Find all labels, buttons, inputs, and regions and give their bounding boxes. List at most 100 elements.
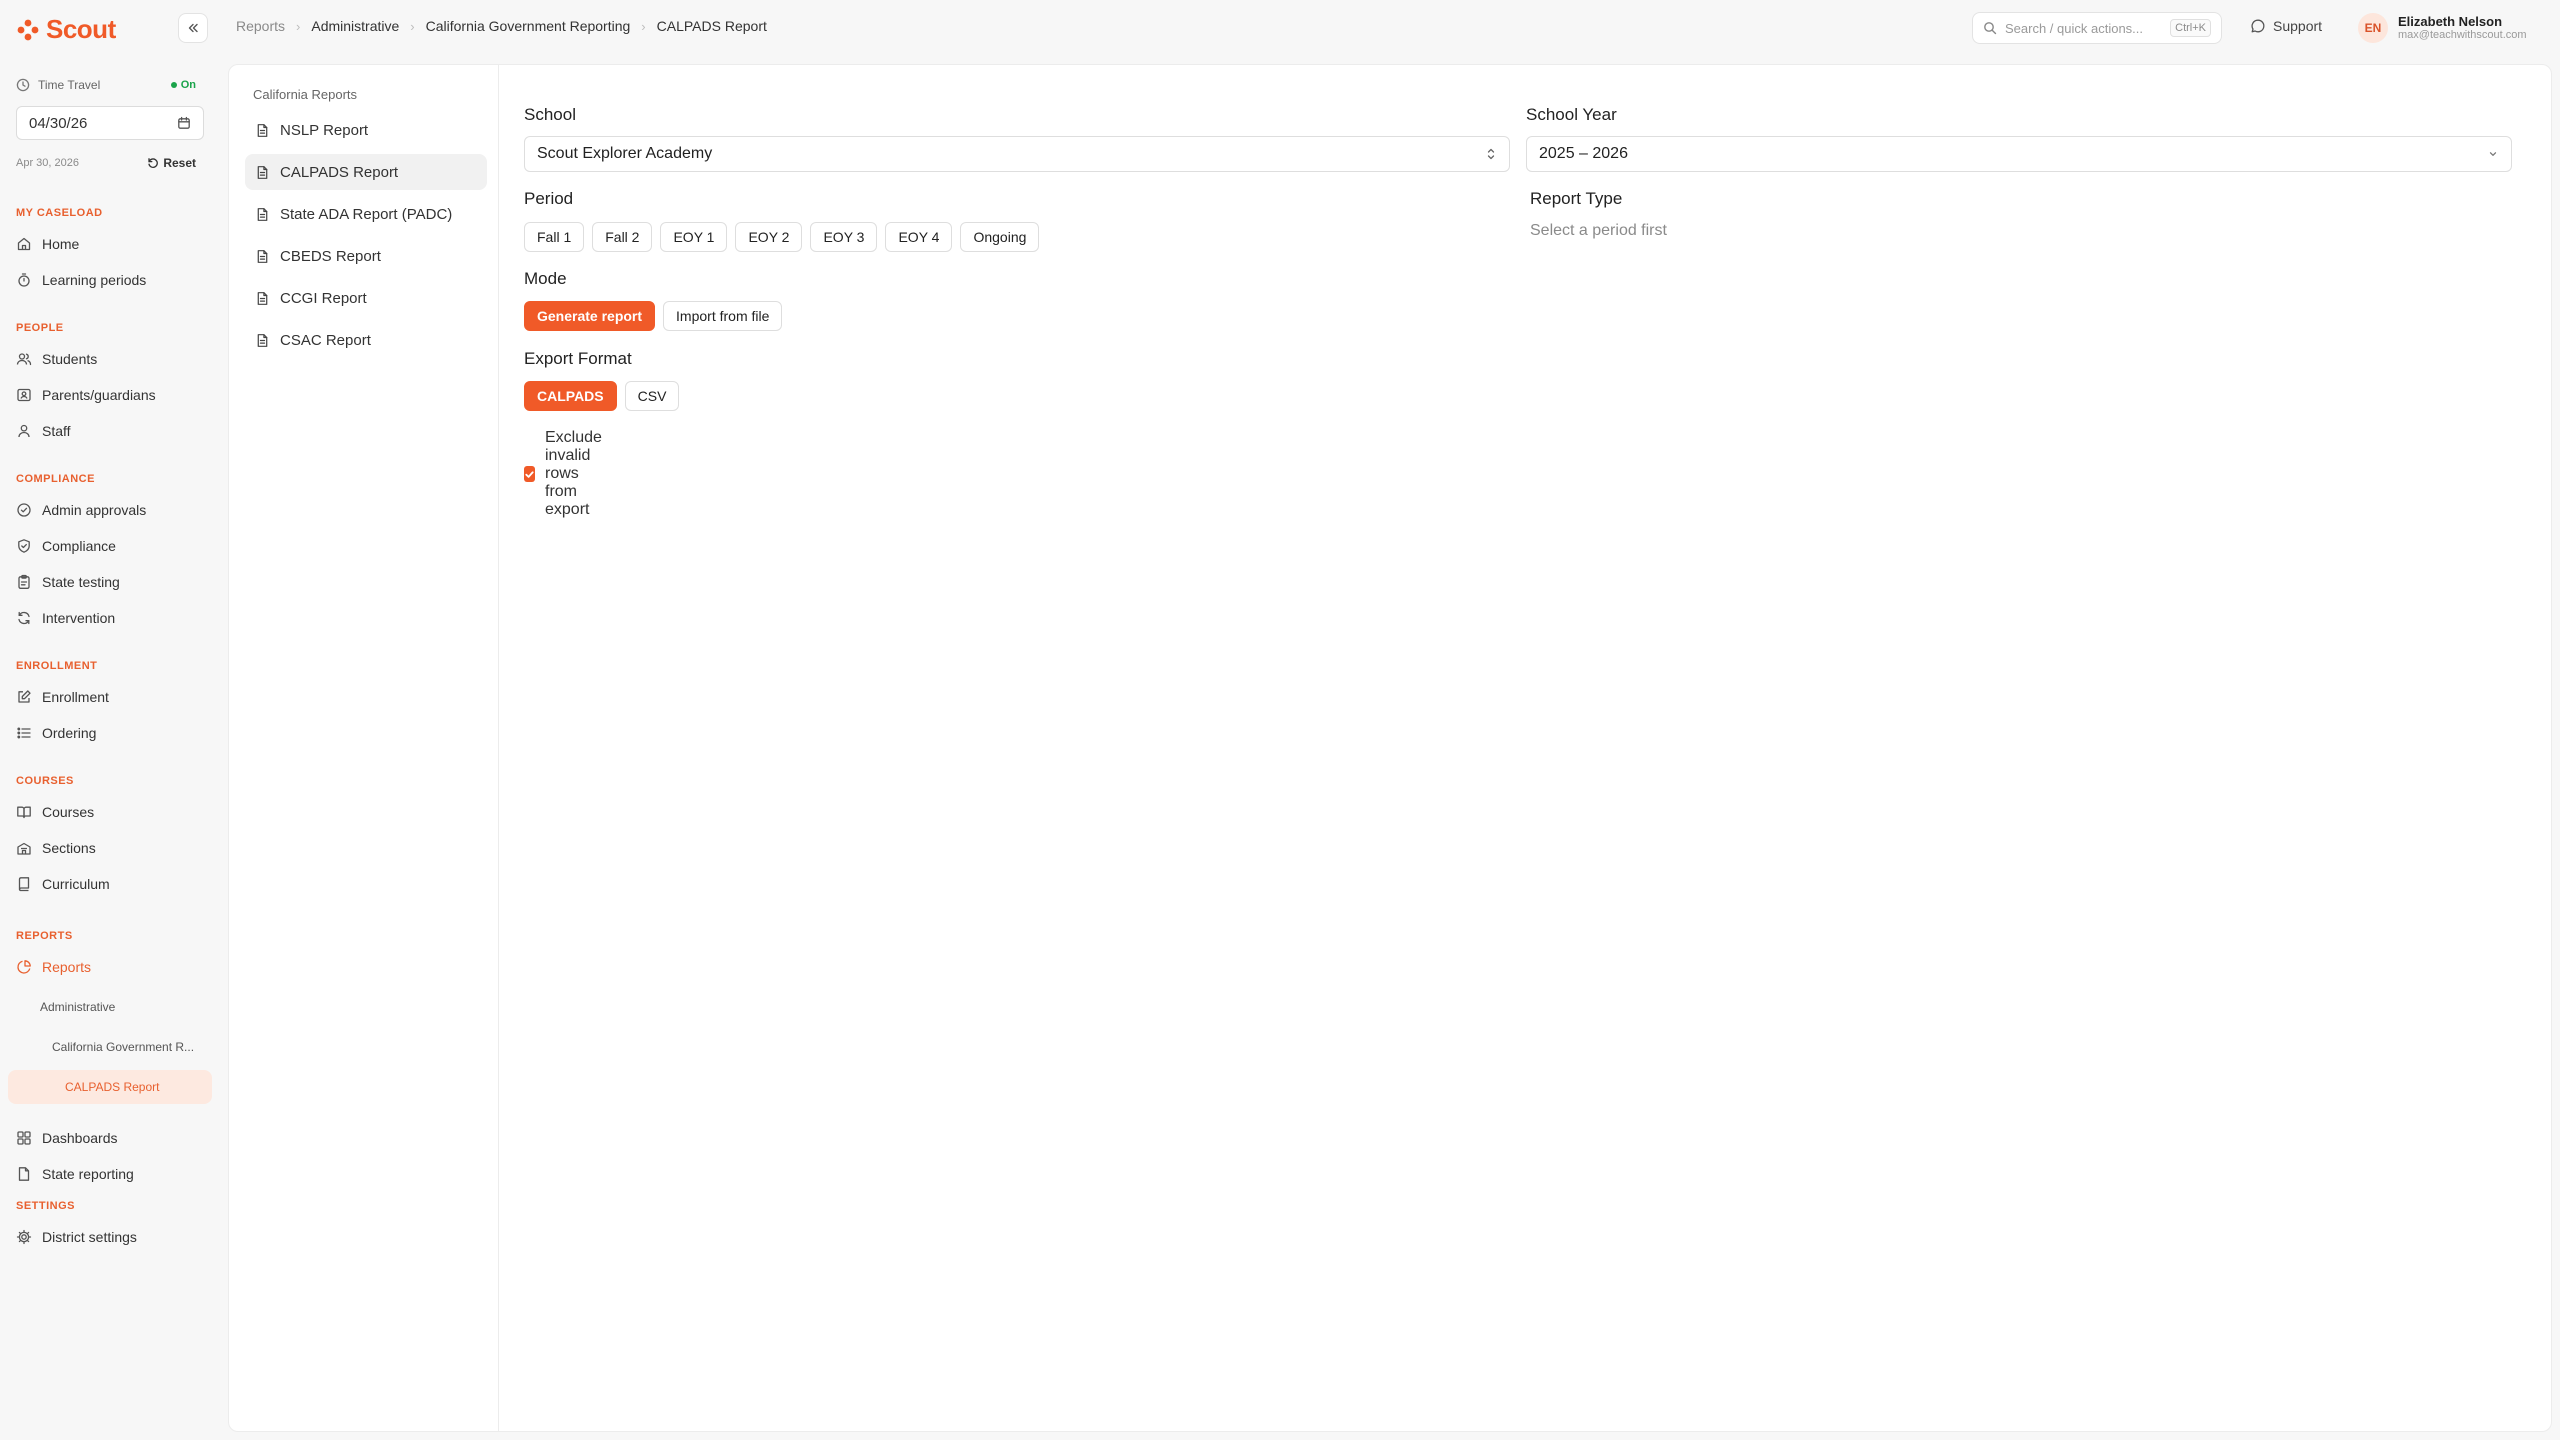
subnav-item-ccgi-report[interactable]: CCGI Report: [245, 280, 487, 316]
sidebar-item-label: Students: [42, 351, 98, 367]
sidebar-item-state-testing[interactable]: State testing: [16, 568, 206, 596]
sidebar-item-students[interactable]: Students: [16, 345, 206, 373]
sidebar-item-sections[interactable]: Sections: [16, 834, 206, 862]
sidebar-item-parents-guardians[interactable]: Parents/guardians: [16, 381, 206, 409]
sidebar-item-compliance[interactable]: Compliance: [16, 532, 206, 560]
time-travel-date-value: 04/30/26: [29, 114, 88, 132]
school-label: School: [524, 105, 576, 124]
sidebar: Time Travel On 04/30/26 Apr 30, 2026 Res…: [0, 64, 220, 1440]
sidebar-item-learning-periods[interactable]: Learning periods: [16, 266, 206, 294]
import-from-file-button[interactable]: Import from file: [663, 301, 783, 331]
sidebar-item-label: Dashboards: [42, 1130, 118, 1146]
sidebar-item-ordering[interactable]: Ordering: [16, 719, 206, 747]
search-placeholder: Search / quick actions...: [2005, 20, 2144, 36]
exclude-invalid-rows-checkbox[interactable]: Exclude invalid rows from export: [524, 429, 607, 519]
period-option-eoy-2[interactable]: EOY 2: [735, 222, 803, 252]
time-travel-footer: Apr 30, 2026 Reset: [16, 156, 196, 170]
breadcrumb-california-government-reporting[interactable]: California Government Reporting: [426, 18, 631, 34]
mode-label: Mode: [524, 269, 567, 288]
nav-section-caseload: MY CASELOAD: [16, 207, 103, 219]
book-open-icon: [16, 804, 32, 820]
grid-icon: [16, 1130, 32, 1146]
subnav-item-state-ada-report[interactable]: State ADA Report (PADC): [245, 196, 487, 232]
sidebar-item-admin-approvals[interactable]: Admin approvals: [16, 496, 206, 524]
nav-section-settings: SETTINGS: [16, 1200, 76, 1212]
search-icon: [1983, 21, 1997, 35]
sidebar-subitem-calpads-report[interactable]: CALPADS Report: [8, 1070, 212, 1104]
support-button[interactable]: Support: [2250, 18, 2322, 34]
breadcrumb-administrative[interactable]: Administrative: [311, 18, 399, 34]
user-menu[interactable]: EN Elizabeth Nelson max@teachwithscout.c…: [2358, 13, 2527, 43]
nav-section-compliance: COMPLIANCE: [16, 473, 95, 485]
subnav-item-nslp-report[interactable]: NSLP Report: [245, 112, 487, 148]
sidebar-item-label: Compliance: [42, 538, 116, 554]
school-year-select[interactable]: 2025 – 2026: [1526, 136, 2512, 172]
school-year-select-value: 2025 – 2026: [1539, 145, 1628, 162]
user-icon: [16, 423, 32, 439]
period-option-eoy-3[interactable]: EOY 3: [810, 222, 878, 252]
sidebar-subitem-california-government-reporting[interactable]: California Government R...: [52, 1040, 194, 1054]
search-input[interactable]: Search / quick actions... Ctrl+K: [1972, 12, 2222, 44]
file-text-icon: [255, 207, 270, 222]
sidebar-subitem-administrative[interactable]: Administrative: [40, 1000, 115, 1014]
sidebar-item-label: Curriculum: [42, 876, 110, 892]
breadcrumb-separator: ›: [296, 18, 301, 34]
sidebar-item-dashboards[interactable]: Dashboards: [16, 1124, 206, 1152]
time-travel-label: Time Travel: [38, 78, 101, 92]
reset-label: Reset: [163, 156, 196, 170]
subnav-item-label: CCGI Report: [280, 289, 367, 307]
calendar-icon[interactable]: [177, 116, 191, 130]
sidebar-item-label: State reporting: [42, 1166, 134, 1182]
checkbox-checked-icon[interactable]: [524, 466, 535, 482]
subnav-item-label: CSAC Report: [280, 331, 371, 349]
top-bar: Scout Reports › Administrative › Califor…: [0, 0, 2560, 56]
time-travel-status-label: On: [180, 79, 196, 91]
scout-logo[interactable]: Scout: [16, 14, 116, 45]
sidebar-item-label: Admin approvals: [42, 502, 147, 518]
sidebar-item-staff[interactable]: Staff: [16, 417, 206, 445]
sidebar-item-reports[interactable]: Reports: [16, 953, 206, 981]
edit-square-icon: [16, 689, 32, 705]
file-text-icon: [255, 249, 270, 264]
pie-chart-icon: [16, 959, 32, 975]
sidebar-item-courses[interactable]: Courses: [16, 798, 206, 826]
collapse-sidebar-button[interactable]: [178, 13, 208, 43]
export-format-calpads-button[interactable]: CALPADS: [524, 381, 617, 411]
subnav-item-csac-report[interactable]: CSAC Report: [245, 322, 487, 358]
breadcrumb-separator: ›: [641, 18, 646, 34]
subnav-item-cbeds-report[interactable]: CBEDS Report: [245, 238, 487, 274]
time-travel-date-input[interactable]: 04/30/26: [16, 106, 204, 140]
generate-report-button[interactable]: Generate report: [524, 301, 656, 331]
sidebar-item-home[interactable]: Home: [16, 230, 206, 258]
home-icon: [16, 236, 32, 252]
school-select[interactable]: Scout Explorer Academy: [524, 136, 1510, 172]
reset-button[interactable]: Reset: [147, 156, 196, 170]
time-travel-status[interactable]: On: [170, 79, 196, 91]
period-option-ongoing[interactable]: Ongoing: [960, 222, 1040, 252]
timer-icon: [16, 272, 32, 288]
sidebar-item-state-reporting[interactable]: State reporting: [16, 1160, 206, 1188]
sidebar-item-label: State testing: [42, 574, 120, 590]
report-subnav: California Reports NSLP Report CALPADS R…: [229, 65, 499, 1431]
sidebar-item-district-settings[interactable]: District settings: [16, 1223, 206, 1251]
period-option-eoy-1[interactable]: EOY 1: [660, 222, 728, 252]
nav-section-enrollment: ENROLLMENT: [16, 660, 98, 672]
sidebar-item-label: Sections: [42, 840, 96, 856]
clock-icon: [16, 78, 30, 92]
sidebar-item-label: Parents/guardians: [42, 387, 156, 403]
status-dot: [170, 82, 177, 88]
period-option-eoy-4[interactable]: EOY 4: [885, 222, 953, 252]
users-icon: [16, 351, 32, 367]
sidebar-item-label: Courses: [42, 804, 95, 820]
period-option-fall-1[interactable]: Fall 1: [524, 222, 585, 252]
period-options: Fall 1 Fall 2 EOY 1 EOY 2 EOY 3 EOY 4 On…: [524, 222, 1040, 252]
sidebar-item-intervention[interactable]: Intervention: [16, 604, 206, 632]
subnav-item-calpads-report[interactable]: CALPADS Report: [245, 154, 487, 190]
sidebar-item-enrollment[interactable]: Enrollment: [16, 683, 206, 711]
export-format-csv-button[interactable]: CSV: [624, 381, 680, 411]
breadcrumb-reports[interactable]: Reports: [236, 18, 285, 34]
sidebar-item-curriculum[interactable]: Curriculum: [16, 870, 206, 898]
period-option-fall-2[interactable]: Fall 2: [592, 222, 653, 252]
time-travel-date-long: Apr 30, 2026: [16, 157, 79, 169]
rotate-ccw-icon: [147, 157, 159, 169]
